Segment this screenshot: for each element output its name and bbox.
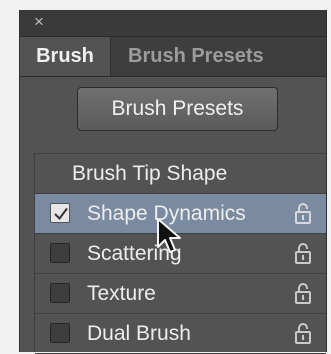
option-texture[interactable]: Texture [35,274,326,314]
checkmark-icon [54,207,68,221]
option-label: Dual Brush [87,322,191,345]
mouse-cursor-icon [157,218,181,253]
tab-bar: Brush Brush Presets [20,37,326,77]
lock-icon[interactable] [294,322,312,344]
dual-brush-checkbox[interactable] [50,323,70,343]
panel-titlebar: × [20,10,326,37]
close-icon[interactable]: × [30,12,48,32]
texture-checkbox[interactable] [50,283,70,303]
tab-brush[interactable]: Brush [20,37,111,76]
brush-panel: × Brush Brush Presets Brush Presets Brus… [19,10,327,354]
option-dual-brush[interactable]: Dual Brush [35,314,326,354]
lock-icon[interactable] [294,202,312,224]
option-label: Texture [87,282,156,305]
scattering-checkbox[interactable] [50,243,70,263]
lock-icon[interactable] [294,282,312,304]
lock-icon[interactable] [294,242,312,264]
tab-brush-presets[interactable]: Brush Presets [128,37,264,76]
brush-presets-button[interactable]: Brush Presets [77,87,278,131]
brush-tip-shape-item[interactable]: Brush Tip Shape [35,154,326,194]
shape-dynamics-checkbox[interactable] [50,203,70,223]
